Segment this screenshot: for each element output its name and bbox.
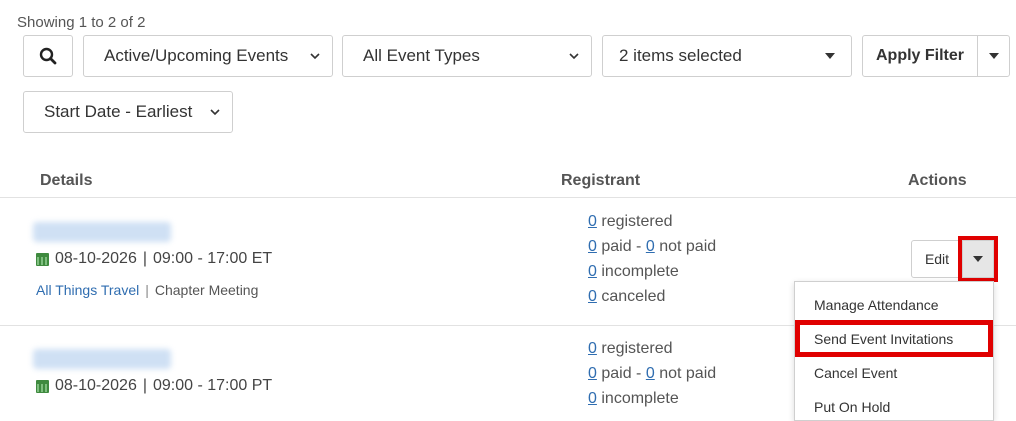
- multi-select-filter[interactable]: 2 items selected: [602, 35, 852, 77]
- sort-select[interactable]: Start Date - Earliest: [23, 91, 233, 133]
- menu-item-cancel-event[interactable]: Cancel Event: [814, 365, 897, 381]
- not-paid-count-link[interactable]: 0: [646, 365, 655, 382]
- apply-filter-dropdown-toggle[interactable]: [977, 35, 1010, 77]
- menu-item-manage-attendance[interactable]: Manage Attendance: [814, 297, 939, 313]
- multi-select-value: 2 items selected: [619, 46, 742, 65]
- event-time: 09:00 - 17:00 PT: [153, 377, 273, 394]
- canceled-label: canceled: [601, 288, 666, 305]
- search-icon: [39, 47, 57, 65]
- column-header-actions: Actions: [908, 172, 967, 189]
- registered-label: registered: [601, 213, 673, 230]
- tag-separator: |: [145, 282, 149, 298]
- event-title-link[interactable]: [33, 222, 171, 242]
- event-time: 09:00 - 17:00 ET: [153, 250, 273, 267]
- incomplete-count-link[interactable]: 0: [588, 390, 597, 407]
- incomplete-line: 0 incomplete: [588, 386, 716, 411]
- results-summary: Showing 1 to 2 of 2: [17, 14, 146, 31]
- not-paid-label: not paid: [659, 238, 717, 255]
- chevron-down-icon: [310, 53, 320, 60]
- sort-value: Start Date - Earliest: [44, 102, 193, 121]
- registrant-summary: 0 registered 0 paid - 0 not paid 0 incom…: [588, 209, 716, 309]
- paid-line: 0 paid - 0 not paid: [588, 234, 716, 259]
- event-date: 08-10-2026: [55, 250, 137, 267]
- chevron-down-icon: [210, 109, 220, 116]
- header-divider: [0, 197, 1016, 198]
- incomplete-label: incomplete: [601, 263, 679, 280]
- incomplete-label: incomplete: [601, 390, 679, 407]
- registered-line: 0 registered: [588, 209, 716, 234]
- menu-item-put-on-hold[interactable]: Put On Hold: [814, 399, 890, 415]
- paid-line: 0 paid - 0 not paid: [588, 361, 716, 386]
- date-separator: |: [142, 250, 147, 267]
- registered-label: registered: [601, 340, 673, 357]
- apply-filter-button[interactable]: Apply Filter: [862, 35, 978, 77]
- not-paid-count-link[interactable]: 0: [646, 238, 655, 255]
- paid-count-link[interactable]: 0: [588, 365, 597, 382]
- event-date-line: 08-10-2026 | 09:00 - 17:00 ET: [36, 250, 272, 268]
- edit-button[interactable]: Edit: [911, 240, 963, 278]
- search-button[interactable]: [23, 35, 73, 77]
- incomplete-count-link[interactable]: 0: [588, 263, 597, 280]
- highlight-box: [795, 320, 993, 357]
- caret-down-icon: [973, 256, 983, 262]
- event-date-line: 08-10-2026 | 09:00 - 17:00 PT: [36, 377, 272, 395]
- registrant-summary: 0 registered 0 paid - 0 not paid 0 incom…: [588, 336, 716, 411]
- status-filter-select[interactable]: Active/Upcoming Events: [83, 35, 333, 77]
- caret-down-icon: [988, 53, 999, 59]
- paid-label: paid -: [601, 365, 642, 382]
- paid-label: paid -: [601, 238, 642, 255]
- event-title-link[interactable]: [33, 349, 171, 369]
- not-paid-label: not paid: [659, 365, 717, 382]
- canceled-count-link[interactable]: 0: [588, 288, 597, 305]
- actions-dropdown-toggle[interactable]: [958, 236, 998, 282]
- column-header-details: Details: [40, 172, 93, 189]
- event-category-link[interactable]: All Things Travel: [36, 282, 139, 298]
- date-separator: |: [142, 377, 147, 394]
- incomplete-line: 0 incomplete: [588, 259, 716, 284]
- chevron-down-icon: [569, 53, 579, 60]
- caret-down-icon: [825, 53, 835, 59]
- event-type-select[interactable]: All Event Types: [342, 35, 592, 77]
- registered-count-link[interactable]: 0: [588, 340, 597, 357]
- event-date: 08-10-2026: [55, 377, 137, 394]
- registered-count-link[interactable]: 0: [588, 213, 597, 230]
- event-tags: All Things Travel | Chapter Meeting: [36, 282, 258, 298]
- calendar-icon: [36, 379, 49, 393]
- paid-count-link[interactable]: 0: [588, 238, 597, 255]
- calendar-icon: [36, 252, 49, 266]
- canceled-line: 0 canceled: [588, 284, 716, 309]
- column-header-registrant: Registrant: [561, 172, 641, 189]
- event-type-label: Chapter Meeting: [154, 282, 259, 298]
- registered-line: 0 registered: [588, 336, 716, 361]
- event-type-value: All Event Types: [363, 46, 480, 65]
- status-filter-value: Active/Upcoming Events: [104, 46, 289, 65]
